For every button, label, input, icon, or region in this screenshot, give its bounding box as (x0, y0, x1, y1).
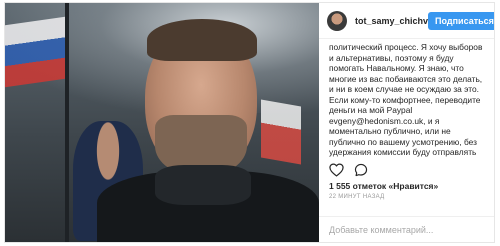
action-bar (319, 157, 494, 179)
comment-input[interactable] (329, 224, 484, 235)
likes-count[interactable]: 1 555 отметок «Нравится» (319, 179, 494, 191)
photo-flag (5, 16, 65, 88)
speech-bubble-icon[interactable] (354, 163, 368, 177)
avatar[interactable] (327, 10, 347, 31)
photo-flagpole (65, 3, 69, 242)
photo-hair (147, 19, 257, 61)
post-photo (5, 3, 319, 242)
heart-icon[interactable] (329, 163, 344, 177)
post-header: tot_samy_chichv Подписаться (319, 3, 494, 39)
post-sidebar: tot_samy_chichv Подписаться политический… (319, 3, 494, 242)
follow-button[interactable]: Подписаться (428, 11, 494, 30)
comment-bar (319, 216, 494, 242)
post-caption: политический процесс. Я хочу выборов и а… (329, 42, 483, 157)
username-link[interactable]: tot_samy_chichv (355, 16, 428, 26)
photo-flag-right (261, 99, 301, 165)
photo-scarf (155, 165, 251, 205)
post-timestamp: 22 МИНУТ НАЗАД (329, 194, 385, 200)
instagram-post: tot_samy_chichv Подписаться политический… (4, 2, 495, 243)
